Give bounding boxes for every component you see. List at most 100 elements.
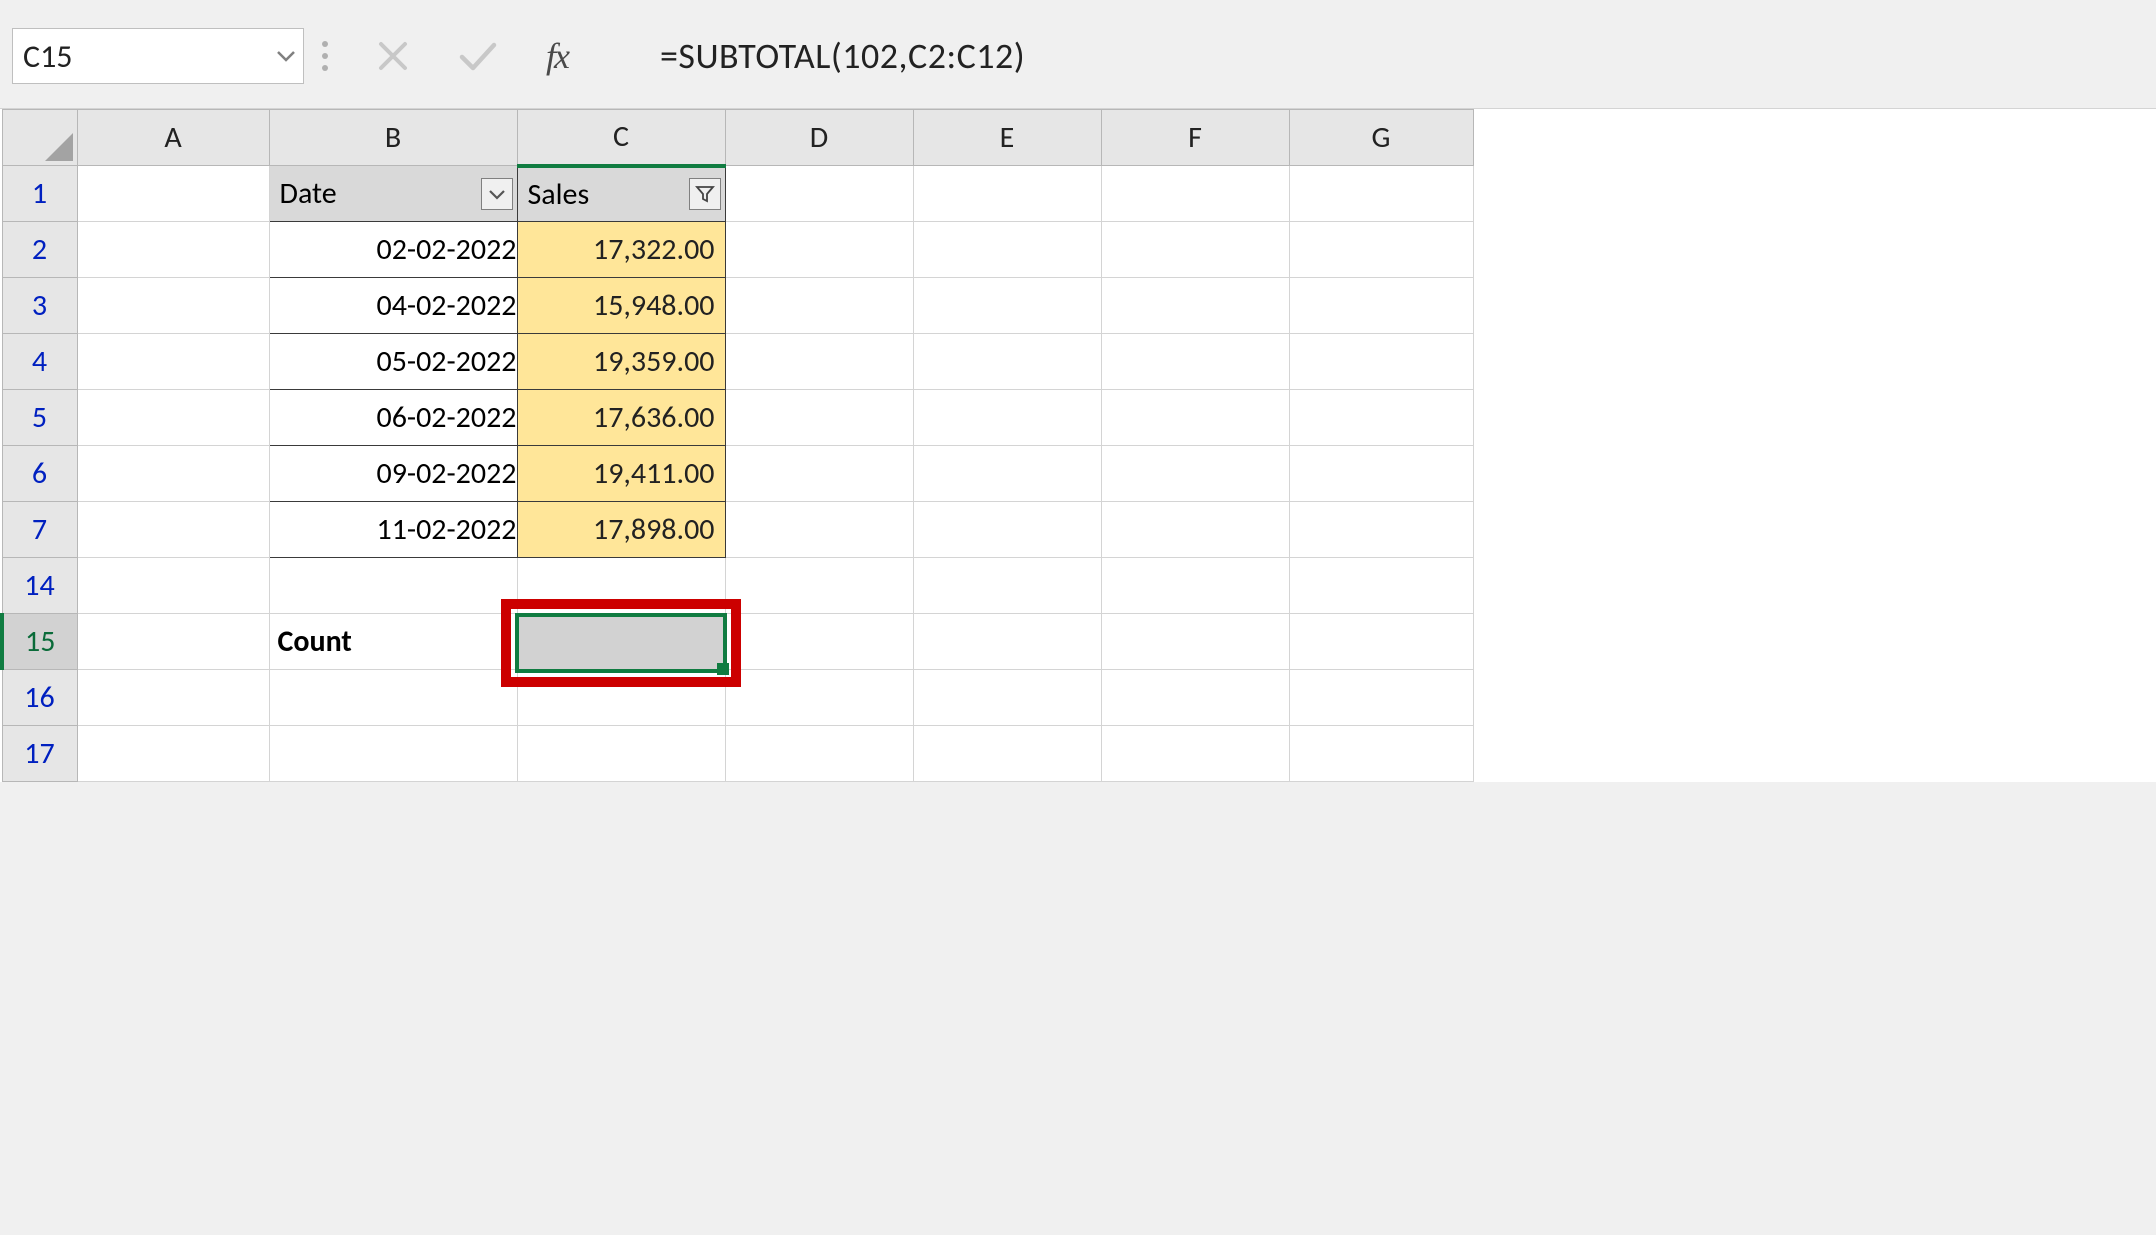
cell-D14[interactable] [725, 558, 913, 614]
cell-G17[interactable] [1289, 726, 1473, 782]
row-header-16[interactable]: 16 [2, 670, 77, 726]
cell-A16[interactable] [77, 670, 269, 726]
cell-A2[interactable] [77, 222, 269, 278]
cell-D3[interactable] [725, 278, 913, 334]
cell-B16[interactable] [269, 670, 517, 726]
cell-B6[interactable]: 09-02-2022 [269, 446, 517, 502]
cell-G2[interactable] [1289, 222, 1473, 278]
cell-G16[interactable] [1289, 670, 1473, 726]
cell-B14[interactable] [269, 558, 517, 614]
col-header-A[interactable]: A [77, 110, 269, 166]
cell-E4[interactable] [913, 334, 1101, 390]
enter-icon[interactable] [458, 41, 498, 71]
cell-D16[interactable] [725, 670, 913, 726]
cell-B15[interactable]: Count [269, 614, 517, 670]
cell-F1[interactable] [1101, 166, 1289, 222]
col-header-C[interactable]: C [517, 110, 725, 166]
cell-C15[interactable]: 6 [517, 614, 725, 670]
cell-G4[interactable] [1289, 334, 1473, 390]
filter-dropdown-date[interactable] [481, 178, 513, 210]
cell-C16[interactable] [517, 670, 725, 726]
cell-C3[interactable]: 15,948.00 [517, 278, 725, 334]
cell-C17[interactable] [517, 726, 725, 782]
cell-B4[interactable]: 05-02-2022 [269, 334, 517, 390]
cell-A17[interactable] [77, 726, 269, 782]
row-header-7[interactable]: 7 [2, 502, 77, 558]
col-header-F[interactable]: F [1101, 110, 1289, 166]
row-header-15[interactable]: 15 [2, 614, 77, 670]
cell-F17[interactable] [1101, 726, 1289, 782]
cell-B7[interactable]: 11-02-2022 [269, 502, 517, 558]
cancel-icon[interactable] [376, 39, 410, 73]
row-header-3[interactable]: 3 [2, 278, 77, 334]
cell-F16[interactable] [1101, 670, 1289, 726]
cell-F5[interactable] [1101, 390, 1289, 446]
formula-input[interactable]: =SUBTOTAL(102,C2:C12) [632, 34, 2144, 78]
cell-G6[interactable] [1289, 446, 1473, 502]
cell-F4[interactable] [1101, 334, 1289, 390]
row-header-2[interactable]: 2 [2, 222, 77, 278]
cell-A15[interactable] [77, 614, 269, 670]
filter-active-sales[interactable] [689, 178, 721, 210]
cell-D15[interactable] [725, 614, 913, 670]
row-header-17[interactable]: 17 [2, 726, 77, 782]
cell-A3[interactable] [77, 278, 269, 334]
cell-C14[interactable] [517, 558, 725, 614]
row-header-1[interactable]: 1 [2, 166, 77, 222]
cell-D4[interactable] [725, 334, 913, 390]
spreadsheet-grid[interactable]: A B C D E F G 1 Date Sales 2 02-02-2022 [0, 108, 2156, 782]
cell-F7[interactable] [1101, 502, 1289, 558]
cell-E6[interactable] [913, 446, 1101, 502]
cell-C5[interactable]: 17,636.00 [517, 390, 725, 446]
cell-E5[interactable] [913, 390, 1101, 446]
cell-E16[interactable] [913, 670, 1101, 726]
cell-G5[interactable] [1289, 390, 1473, 446]
name-box[interactable]: C15 [12, 28, 304, 84]
cell-A6[interactable] [77, 446, 269, 502]
cell-B5[interactable]: 06-02-2022 [269, 390, 517, 446]
cell-F2[interactable] [1101, 222, 1289, 278]
select-all-corner[interactable] [2, 110, 77, 166]
cell-E3[interactable] [913, 278, 1101, 334]
name-box-dropdown-icon[interactable] [277, 50, 295, 62]
cell-D2[interactable] [725, 222, 913, 278]
cell-B2[interactable]: 02-02-2022 [269, 222, 517, 278]
cell-E2[interactable] [913, 222, 1101, 278]
row-header-6[interactable]: 6 [2, 446, 77, 502]
row-header-5[interactable]: 5 [2, 390, 77, 446]
cell-A5[interactable] [77, 390, 269, 446]
cell-D5[interactable] [725, 390, 913, 446]
row-header-14[interactable]: 14 [2, 558, 77, 614]
cell-G7[interactable] [1289, 502, 1473, 558]
cell-C4[interactable]: 19,359.00 [517, 334, 725, 390]
cell-D1[interactable] [725, 166, 913, 222]
cell-D7[interactable] [725, 502, 913, 558]
cell-G3[interactable] [1289, 278, 1473, 334]
cell-D6[interactable] [725, 446, 913, 502]
cell-G14[interactable] [1289, 558, 1473, 614]
cell-E7[interactable] [913, 502, 1101, 558]
col-header-B[interactable]: B [269, 110, 517, 166]
cell-G1[interactable] [1289, 166, 1473, 222]
cell-B1[interactable]: Date [269, 166, 517, 222]
cell-B17[interactable] [269, 726, 517, 782]
cell-A1[interactable] [77, 166, 269, 222]
cell-E15[interactable] [913, 614, 1101, 670]
cell-F3[interactable] [1101, 278, 1289, 334]
cell-D17[interactable] [725, 726, 913, 782]
cell-C1[interactable]: Sales [517, 166, 725, 222]
cell-C6[interactable]: 19,411.00 [517, 446, 725, 502]
cell-B3[interactable]: 04-02-2022 [269, 278, 517, 334]
col-header-E[interactable]: E [913, 110, 1101, 166]
col-header-G[interactable]: G [1289, 110, 1473, 166]
cell-F6[interactable] [1101, 446, 1289, 502]
cell-F15[interactable] [1101, 614, 1289, 670]
cell-A4[interactable] [77, 334, 269, 390]
cell-A7[interactable] [77, 502, 269, 558]
cell-F14[interactable] [1101, 558, 1289, 614]
cell-E17[interactable] [913, 726, 1101, 782]
cell-E14[interactable] [913, 558, 1101, 614]
fx-icon[interactable]: fx [546, 35, 588, 77]
cell-E1[interactable] [913, 166, 1101, 222]
row-header-4[interactable]: 4 [2, 334, 77, 390]
